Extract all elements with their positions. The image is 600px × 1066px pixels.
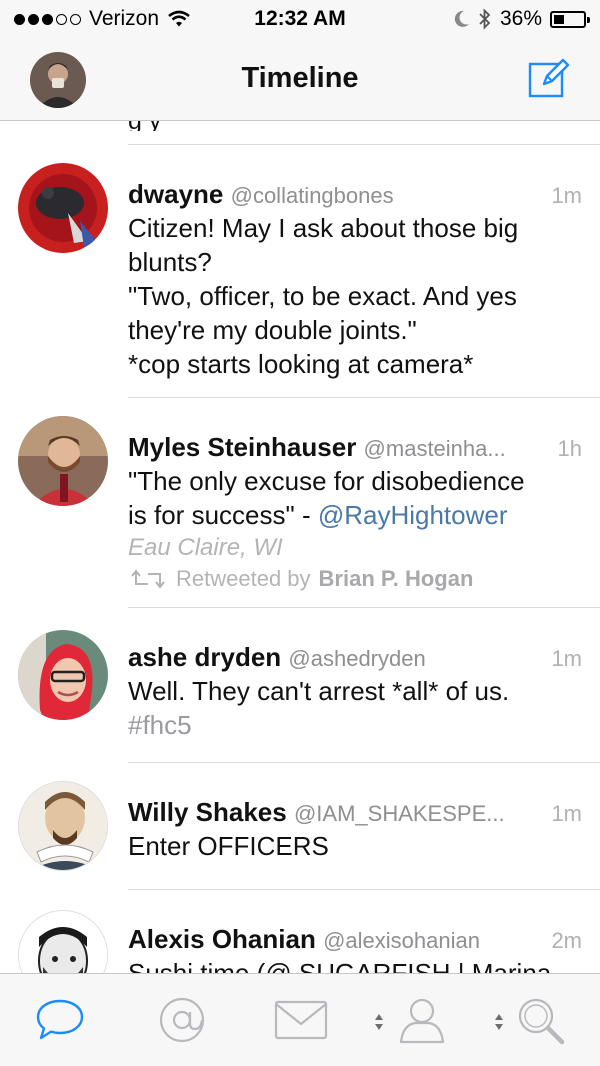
status-bar: Verizon 12:32 AM 36% xyxy=(0,0,600,40)
tweet-row[interactable]: ashe dryden @ashedryden 1m Well. They ca… xyxy=(0,608,600,763)
tweet-text: Citizen! May I ask about those big blunt… xyxy=(128,211,560,381)
tweet-text: Sushi time (@ SUGARFISH | Marina xyxy=(128,956,600,973)
tweet-text-line: "The only excuse for disobedience xyxy=(128,466,525,496)
avatar[interactable] xyxy=(18,910,108,973)
tweet-text-line: Sushi time (@ SUGARFISH | Marina xyxy=(128,958,552,973)
tweet-location[interactable]: Eau Claire, WI xyxy=(128,534,283,562)
author-handle[interactable]: @ashedryden xyxy=(288,646,425,671)
tweet-time: 1h xyxy=(557,436,582,461)
at-sign-icon xyxy=(159,997,205,1043)
bluetooth-icon xyxy=(479,8,491,30)
tweet-text-line: is for success" - xyxy=(128,500,318,530)
envelope-icon xyxy=(274,1000,328,1040)
author-handle[interactable]: @alexisohanian xyxy=(323,928,480,953)
tweet-time: 1m xyxy=(551,646,582,671)
avatar[interactable] xyxy=(18,630,108,720)
tweet-text-line: "Two, officer, to be exact. And yes xyxy=(128,281,517,311)
timeline-tab[interactable] xyxy=(30,992,90,1048)
system-indicators: 36% xyxy=(454,7,590,31)
avatar[interactable] xyxy=(18,163,108,253)
tweet-text-line: Well. They can't arrest *all* of us. xyxy=(128,676,510,706)
page-title: Timeline xyxy=(241,62,359,94)
messages-tab[interactable] xyxy=(272,992,330,1048)
author-handle[interactable]: @collatingbones xyxy=(231,183,394,208)
retweet-label: Retweeted by xyxy=(176,566,311,591)
avatar[interactable] xyxy=(18,781,108,871)
tweet-text-line: blunts? xyxy=(128,247,212,277)
author-name[interactable]: dwayne xyxy=(128,179,223,209)
navigation-bar: Timeline xyxy=(0,40,600,121)
battery-percent: 36% xyxy=(499,7,542,30)
author-name[interactable]: Myles Steinhauser xyxy=(128,432,356,462)
author-name[interactable]: ashe dryden xyxy=(128,642,281,672)
author-name[interactable]: Alexis Ohanian xyxy=(128,924,316,954)
person-icon xyxy=(399,998,445,1044)
compose-icon[interactable] xyxy=(528,58,570,100)
search-tab[interactable] xyxy=(510,992,570,1048)
speech-bubble-icon xyxy=(36,999,84,1040)
tweet-text-line: Citizen! May I ask about those big xyxy=(128,213,519,243)
tweet-text: Well. They can't arrest *all* of us. #fh… xyxy=(128,674,560,742)
hashtag-link[interactable]: #fhc5 xyxy=(128,708,560,742)
partial-tweet-text: g y xyxy=(128,121,600,131)
tab-bar xyxy=(0,973,600,1066)
retweeter-name[interactable]: Brian P. Hogan xyxy=(319,566,474,592)
tweet-text: "The only excuse for disobedience is for… xyxy=(128,464,560,532)
magnifier-icon xyxy=(518,998,565,1045)
author-name[interactable]: Willy Shakes xyxy=(128,797,287,827)
avatar[interactable] xyxy=(18,416,108,506)
tweet-text: Enter OFFICERS xyxy=(128,829,560,863)
retweet-info[interactable]: Retweeted by Brian P. Hogan xyxy=(128,566,473,592)
mention-link[interactable]: @RayHightower xyxy=(318,500,508,530)
account-switch-icon[interactable] xyxy=(373,1012,385,1032)
battery-icon xyxy=(550,10,590,28)
tweet-text-line: *cop starts looking at camera* xyxy=(128,349,474,379)
profile-tab[interactable] xyxy=(392,992,452,1048)
search-switch-icon[interactable] xyxy=(493,1012,505,1032)
tweet-row[interactable]: Myles Steinhauser @masteinha... 1h "The … xyxy=(0,398,600,608)
retweet-icon xyxy=(131,569,165,589)
tweet-text-line: Enter OFFICERS xyxy=(128,831,329,861)
tweet-text-line: they're my double joints." xyxy=(128,315,417,345)
author-handle[interactable]: @masteinha... xyxy=(364,436,506,461)
tweet-row[interactable]: Willy Shakes @IAM_SHAKESPE... 1m Enter O… xyxy=(0,763,600,890)
tweet-time: 1m xyxy=(551,801,582,826)
moon-icon xyxy=(454,10,469,27)
tweet-time: 1m xyxy=(551,183,582,208)
tweet-row[interactable]: Alexis Ohanian @alexisohanian 2m Sushi t… xyxy=(0,890,600,973)
author-handle[interactable]: @IAM_SHAKESPE... xyxy=(294,801,505,826)
timeline-list[interactable]: g y dwayne @collatingbones 1m Citizen! M… xyxy=(0,121,600,973)
mentions-tab[interactable] xyxy=(152,992,212,1048)
tweet-time: 2m xyxy=(551,928,582,953)
tweet-row[interactable]: dwayne @collatingbones 1m Citizen! May I… xyxy=(0,145,600,398)
